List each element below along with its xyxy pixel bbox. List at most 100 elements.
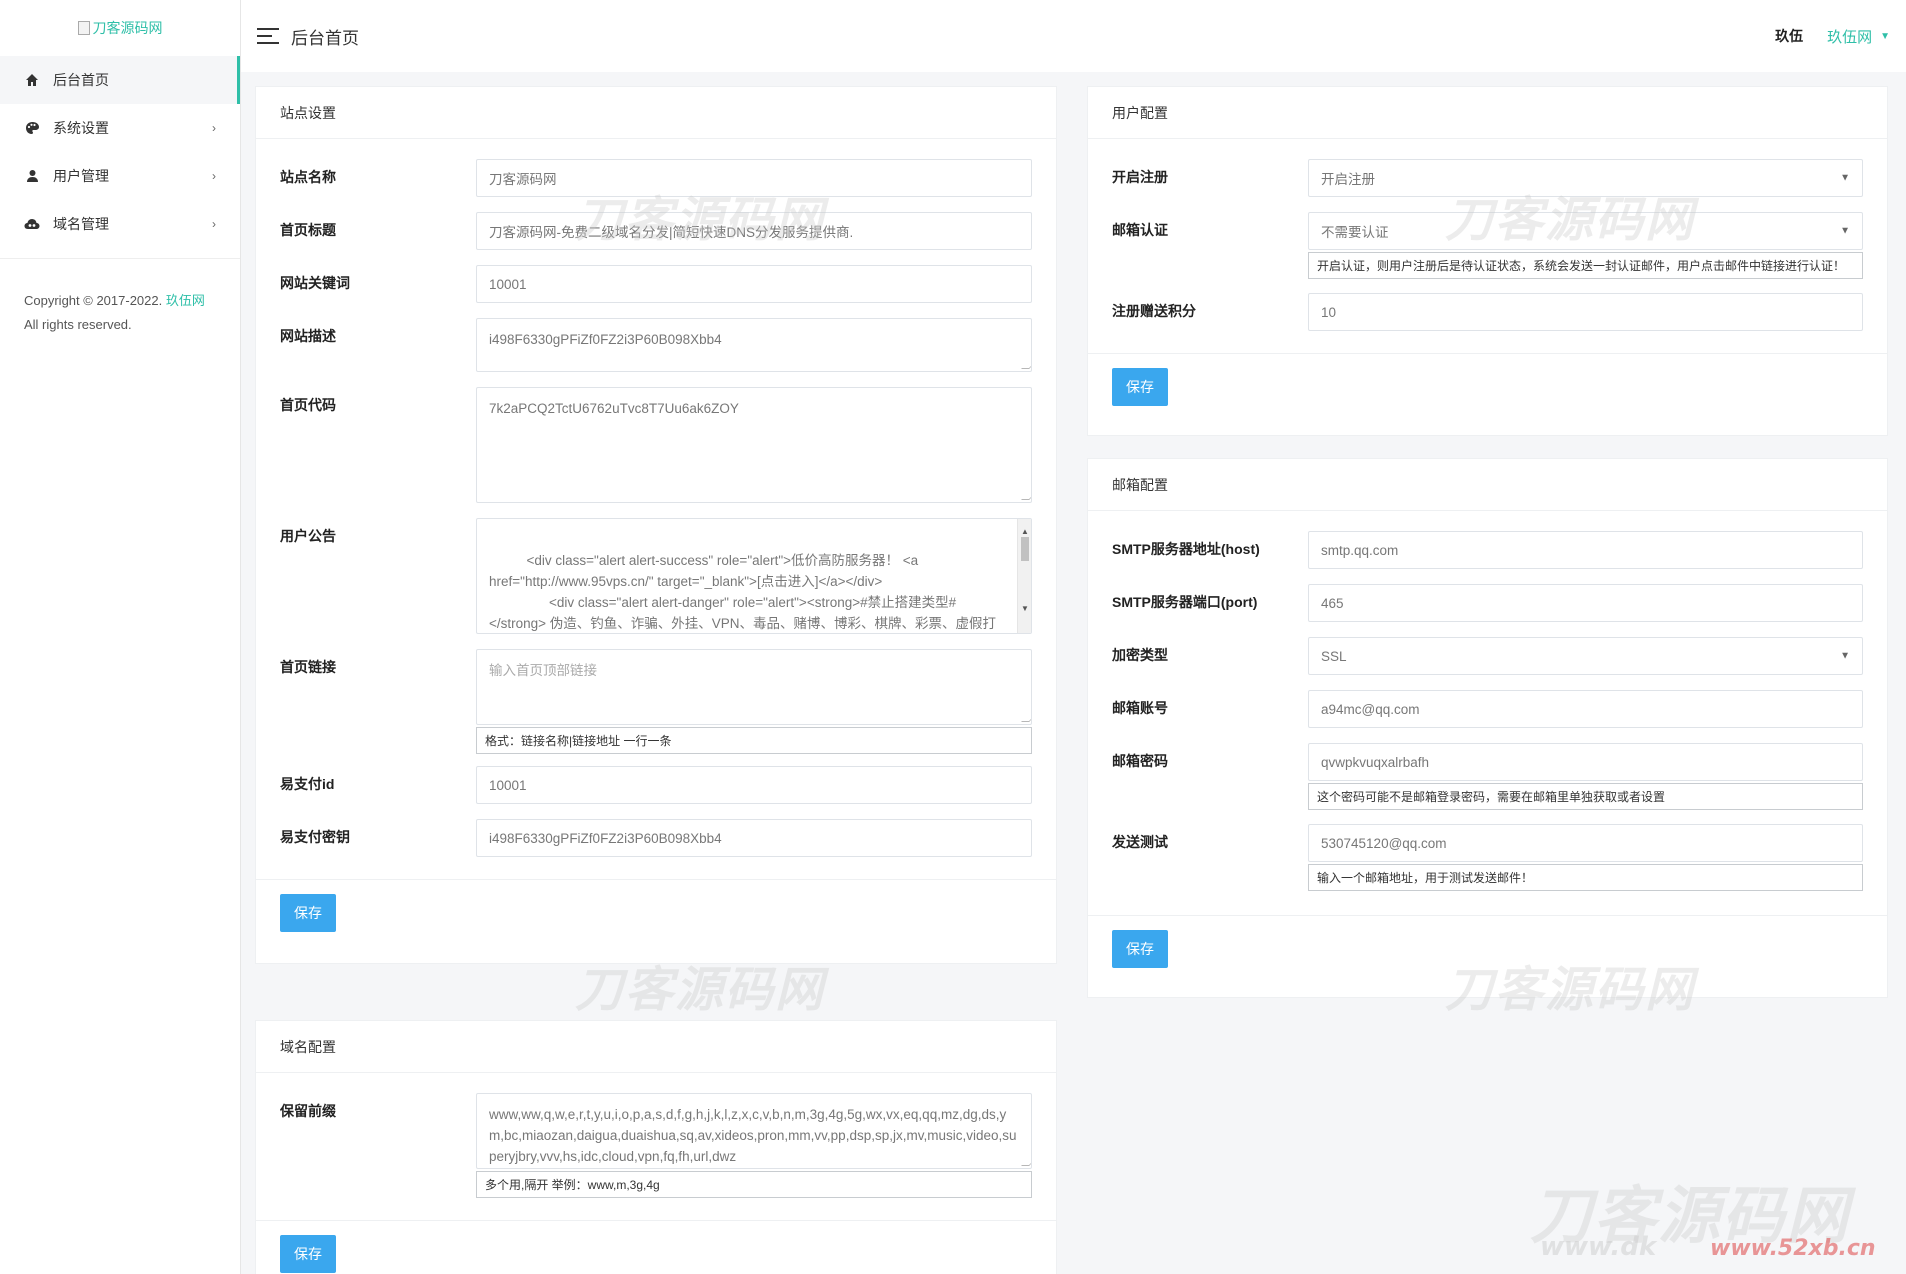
- select-value: SSL: [1321, 648, 1347, 664]
- card-footer: 保存: [256, 879, 1056, 946]
- field-label: 站点名称: [280, 169, 336, 185]
- field-label: 网站关键词: [280, 275, 350, 291]
- help-text: 格式：链接名称|链接地址 一行一条: [476, 727, 1032, 754]
- card-title: 用户配置: [1088, 87, 1887, 139]
- field-label: 加密类型: [1112, 647, 1168, 663]
- input-value: smtp.qq.com: [1321, 542, 1399, 558]
- field-label: 保留前缀: [280, 1103, 336, 1119]
- caret-down-icon[interactable]: ▼: [1880, 31, 1890, 42]
- select-arrow-icon: ▼: [1840, 225, 1850, 237]
- form-row-site-name: 站点名称 刀客源码网: [280, 159, 1032, 197]
- copyright: Copyright © 2017-2022. 玖伍网 All rights re…: [0, 258, 240, 337]
- help-text: 开启认证，则用户注册后是待认证状态，系统会发送一封认证邮件，用户点击邮件中链接进…: [1308, 252, 1863, 279]
- mail-config-card: 邮箱配置 SMTP服务器地址(host) smtp.qq.com SMTP服务器…: [1087, 458, 1888, 998]
- input-value: 530745120@qq.com: [1321, 835, 1447, 851]
- field-label: 注册赠送积分: [1112, 303, 1196, 319]
- encrypt-select[interactable]: SSL ▼: [1308, 637, 1863, 675]
- input-value: 刀客源码网-免费二级域名分发|简短快速DNS分发服务提供商.: [489, 225, 854, 240]
- smtp-host-input[interactable]: smtp.qq.com: [1308, 531, 1863, 569]
- notice-textarea[interactable]: <div class="alert alert-success" role="a…: [476, 518, 1032, 634]
- save-button[interactable]: 保存: [1112, 930, 1168, 968]
- watermark-url: www.dk: [1540, 1232, 1657, 1262]
- field-label: 开启注册: [1112, 169, 1168, 185]
- header-site-dropdown[interactable]: 玖伍网: [1827, 26, 1872, 47]
- form-row-home-title: 首页标题 刀客源码网-免费二级域名分发|简短快速DNS分发服务提供商.: [280, 212, 1032, 250]
- site-name-input[interactable]: 刀客源码网: [476, 159, 1032, 197]
- textarea-value: 7k2aPCQ2TctU6762uTvc8T7Uu6ak6ZOY: [489, 401, 739, 416]
- form-row-password: 邮箱密码 qvwpkvuqxalrbafh 这个密码可能不是邮箱登录密码，需要在…: [1112, 743, 1863, 810]
- textarea-scrollbar[interactable]: ▲ ▼: [1017, 519, 1031, 633]
- sidebar-item-home[interactable]: 后台首页: [0, 56, 240, 104]
- logo-image: 刀客源码网: [77, 18, 163, 38]
- pay-id-input[interactable]: 10001: [476, 766, 1032, 804]
- form-row-home-code: 首页代码 7k2aPCQ2TctU6762uTvc8T7Uu6ak6ZOY: [280, 387, 1032, 503]
- save-button[interactable]: 保存: [280, 1235, 336, 1273]
- select-value: 不需要认证: [1321, 225, 1389, 240]
- card-footer: 保存: [1088, 353, 1887, 420]
- sidebar-item-system[interactable]: 系统设置 ›: [0, 104, 240, 152]
- copyright-link[interactable]: 玖伍网: [166, 293, 205, 308]
- field-label: SMTP服务器地址(host): [1112, 541, 1260, 557]
- input-value: a94mc@qq.com: [1321, 701, 1420, 717]
- mail-account-input[interactable]: a94mc@qq.com: [1308, 690, 1863, 728]
- form-row-pay-key: 易支付密钥 i498F6330gPFiZf0FZ2i3P60B098Xbb4: [280, 819, 1032, 857]
- form-row-test: 发送测试 530745120@qq.com 输入一个邮箱地址，用于测试发送邮件！: [1112, 824, 1863, 891]
- scroll-thumb[interactable]: [1021, 537, 1029, 561]
- pay-key-input[interactable]: i498F6330gPFiZf0FZ2i3P60B098Xbb4: [476, 819, 1032, 857]
- input-value: 刀客源码网: [489, 172, 557, 187]
- logo[interactable]: 刀客源码网: [0, 0, 240, 56]
- register-select[interactable]: 开启注册 ▼: [1308, 159, 1863, 197]
- textarea-value: www,ww,q,w,e,r,t,y,u,i,o,p,a,s,d,f,g,h,j…: [489, 1107, 1017, 1164]
- home-code-textarea[interactable]: 7k2aPCQ2TctU6762uTvc8T7Uu6ak6ZOY: [476, 387, 1032, 503]
- palette-icon: [24, 120, 40, 136]
- home-links-textarea[interactable]: 输入首页顶部链接: [476, 649, 1032, 725]
- input-value: 465: [1321, 595, 1344, 611]
- help-text: 这个密码可能不是邮箱登录密码，需要在邮箱里单独获取或者设置: [1308, 783, 1863, 810]
- rights-text: All rights reserved.: [24, 317, 132, 332]
- sidebar: 刀客源码网 后台首页 系统设置 › 用户管理 › 域名管理 › Copyrigh…: [0, 0, 241, 1274]
- input-value: 10: [1321, 304, 1337, 320]
- form-row-notice: 用户公告 <div class="alert alert-success" ro…: [280, 518, 1032, 634]
- cloud-icon: [24, 216, 40, 232]
- form-row-reserved: 保留前缀 www,ww,q,w,e,r,t,y,u,i,o,p,a,s,d,f,…: [280, 1093, 1032, 1198]
- input-value: 10001: [489, 276, 527, 292]
- description-textarea[interactable]: i498F6330gPFiZf0FZ2i3P60B098Xbb4: [476, 318, 1032, 372]
- form-row-email-verify: 邮箱认证 不需要认证 ▼ 开启认证，则用户注册后是待认证状态，系统会发送一封认证邮…: [1112, 212, 1863, 279]
- user-config-card: 用户配置 开启注册 开启注册 ▼ 邮箱认证 不需要认证 ▼ 开启认证，则用户注册后是…: [1087, 86, 1888, 436]
- select-arrow-icon: ▼: [1840, 650, 1850, 662]
- reg-points-input[interactable]: 10: [1308, 293, 1863, 331]
- form-row-register: 开启注册 开启注册 ▼: [1112, 159, 1863, 197]
- textarea-placeholder: 输入首页顶部链接: [489, 663, 597, 678]
- save-button[interactable]: 保存: [280, 894, 336, 932]
- field-label: 发送测试: [1112, 834, 1168, 850]
- top-header: 后台首页 玖伍 玖伍网 ▼: [241, 0, 1906, 72]
- save-button[interactable]: 保存: [1112, 368, 1168, 406]
- sidebar-item-label: 域名管理: [53, 216, 109, 232]
- sidebar-item-domains[interactable]: 域名管理 ›: [0, 200, 240, 248]
- email-verify-select[interactable]: 不需要认证 ▼: [1308, 212, 1863, 250]
- field-label: 易支付id: [280, 776, 335, 792]
- field-label: SMTP服务器端口(port): [1112, 594, 1258, 610]
- sidebar-item-label: 系统设置: [53, 120, 109, 136]
- sidebar-item-label: 后台首页: [53, 72, 109, 88]
- input-value: i498F6330gPFiZf0FZ2i3P60B098Xbb4: [489, 830, 722, 846]
- keywords-input[interactable]: 10001: [476, 265, 1032, 303]
- chevron-right-icon: ›: [212, 217, 216, 231]
- sidebar-item-label: 用户管理: [53, 168, 109, 184]
- sidebar-item-users[interactable]: 用户管理 ›: [0, 152, 240, 200]
- home-title-input[interactable]: 刀客源码网-免费二级域名分发|简短快速DNS分发服务提供商.: [476, 212, 1032, 250]
- form-row-home-links: 首页链接 输入首页顶部链接 格式：链接名称|链接地址 一行一条: [280, 649, 1032, 754]
- form-row-port: SMTP服务器端口(port) 465: [1112, 584, 1863, 622]
- menu-toggle-icon[interactable]: [257, 28, 279, 44]
- broken-image-icon: [77, 21, 90, 35]
- watermark-url: www.52xb.cn: [1710, 1236, 1876, 1261]
- mail-password-input[interactable]: qvwpkvuqxalrbafh: [1308, 743, 1863, 781]
- header-user[interactable]: 玖伍: [1775, 26, 1803, 46]
- form-row-account: 邮箱账号 a94mc@qq.com: [1112, 690, 1863, 728]
- smtp-port-input[interactable]: 465: [1308, 584, 1863, 622]
- form-row-reg-points: 注册赠送积分 10: [1112, 293, 1863, 331]
- scroll-down-icon[interactable]: ▼: [1021, 598, 1029, 619]
- test-email-input[interactable]: 530745120@qq.com: [1308, 824, 1863, 862]
- reserved-prefix-textarea[interactable]: www,ww,q,w,e,r,t,y,u,i,o,p,a,s,d,f,g,h,j…: [476, 1093, 1032, 1169]
- input-value: qvwpkvuqxalrbafh: [1321, 754, 1430, 770]
